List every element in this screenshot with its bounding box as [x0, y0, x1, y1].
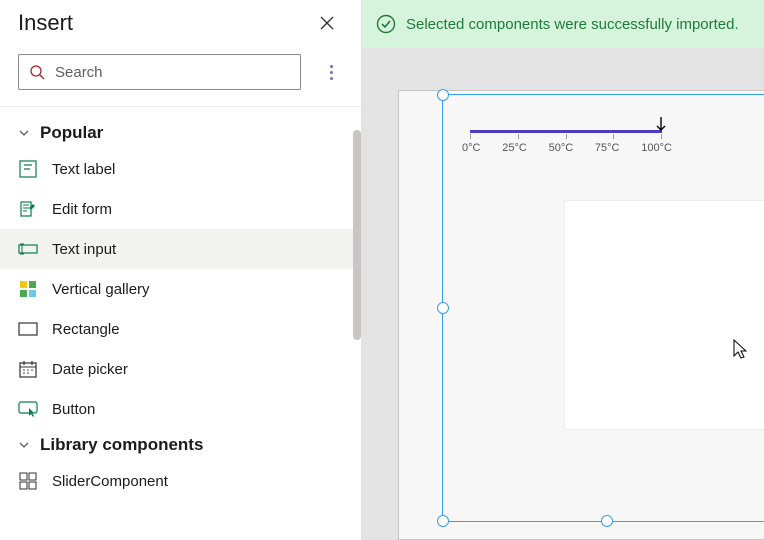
rectangle-icon [18, 319, 38, 339]
list-item-label: Button [52, 401, 95, 418]
panel-header: Insert [0, 0, 361, 42]
search-row [0, 42, 361, 107]
search-input[interactable] [55, 64, 290, 81]
close-button[interactable] [315, 11, 339, 35]
success-check-icon [376, 14, 396, 34]
date-picker-icon [18, 359, 38, 379]
slider-track [470, 130, 662, 133]
list-item-vertical-gallery[interactable]: Vertical gallery [0, 269, 361, 309]
list-item-slider-component[interactable]: SliderComponent [0, 461, 361, 501]
section-header-library[interactable]: Library components [0, 429, 361, 461]
chevron-down-icon [18, 127, 30, 139]
list-item-label: Vertical gallery [52, 281, 150, 298]
list-item-label: Date picker [52, 361, 128, 378]
success-banner: Selected components were successfully im… [362, 0, 764, 48]
insert-panel: Insert Popular Text label Edi [0, 0, 362, 540]
list-item-label: Edit form [52, 201, 112, 218]
list-item-label: Rectangle [52, 321, 120, 338]
list-item-edit-form[interactable]: Edit form [0, 189, 361, 229]
close-icon [319, 15, 335, 31]
list-item-text-label[interactable]: Text label [0, 149, 361, 189]
more-options-button[interactable] [319, 65, 343, 80]
list-item-label: Text input [52, 241, 116, 258]
section-header-popular[interactable]: Popular [0, 117, 361, 149]
tick-label: 50°C [549, 142, 574, 154]
section-title: Popular [40, 123, 103, 143]
banner-message: Selected components were successfully im… [406, 16, 739, 33]
slider-ticks: 0°C 25°C 50°C 75°C 100°C [462, 142, 672, 154]
tick-label: 75°C [595, 142, 620, 154]
list-item-rectangle[interactable]: Rectangle [0, 309, 361, 349]
edit-form-icon [18, 199, 38, 219]
text-input-icon [18, 239, 38, 259]
tick-marks [470, 134, 662, 139]
search-box[interactable] [18, 54, 301, 90]
scrollbar-thumb[interactable] [353, 130, 361, 340]
canvas-area[interactable]: Selected components were successfully im… [362, 0, 764, 540]
list-item-button[interactable]: Button [0, 389, 361, 429]
search-icon [29, 64, 45, 80]
chevron-down-icon [18, 439, 30, 451]
panel-title: Insert [18, 10, 73, 36]
component-list[interactable]: Popular Text label Edit form Text input [0, 107, 361, 540]
tick-label: 0°C [462, 142, 480, 154]
component-icon [18, 471, 38, 491]
list-item-label: SliderComponent [52, 473, 168, 490]
tick-label: 25°C [502, 142, 527, 154]
list-item-label: Text label [52, 161, 115, 178]
text-label-icon [18, 159, 38, 179]
section-title: Library components [40, 435, 203, 455]
vertical-gallery-icon [18, 279, 38, 299]
tick-label: 100°C [641, 142, 672, 154]
list-item-text-input[interactable]: Text input [0, 229, 361, 269]
list-item-date-picker[interactable]: Date picker [0, 349, 361, 389]
inner-card [564, 200, 764, 430]
button-icon [18, 399, 38, 419]
